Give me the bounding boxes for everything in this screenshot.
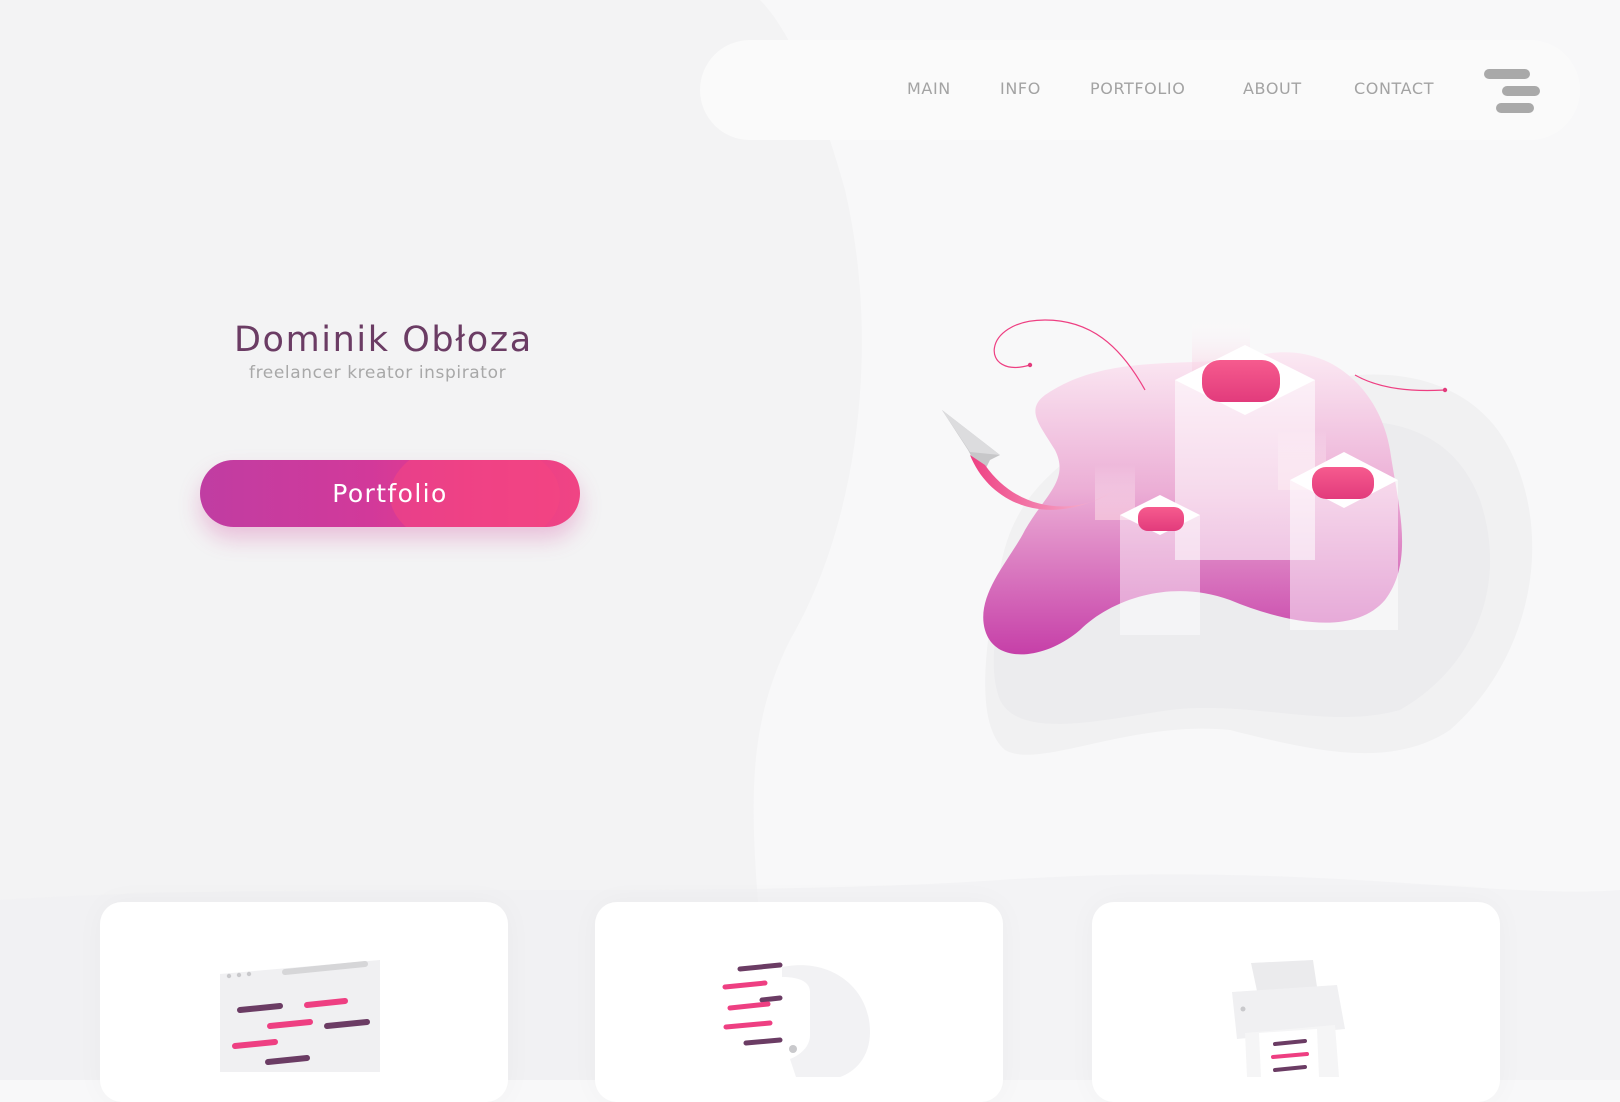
nav-item-about[interactable]: ABOUT [1243,79,1302,98]
hamburger-menu-icon[interactable] [1480,64,1544,116]
feature-card-print[interactable] [1092,902,1500,1102]
menu-line-middle [1502,86,1540,96]
nav-item-portfolio[interactable]: PORTFOLIO [1090,79,1185,98]
hero-tagline: freelancer kreator inspirator [249,363,507,383]
hero-name: Dominik Obłoza [234,320,533,360]
menu-line-bottom [1496,103,1534,113]
portfolio-button-label: Portfolio [332,479,448,508]
feature-card-web[interactable] [100,902,508,1102]
portfolio-button[interactable]: Portfolio [200,460,580,527]
menu-line-top [1484,69,1530,79]
browser-code-icon [220,960,380,1072]
feature-card-ideas[interactable] [595,902,1003,1102]
isometric-blob-towers-illustration [942,315,1533,755]
brain-code-icon [722,962,870,1077]
printer-icon [1232,960,1345,1077]
nav-item-info[interactable]: INFO [1000,79,1041,98]
nav-item-main[interactable]: MAIN [907,79,951,98]
nav-item-contact[interactable]: CONTACT [1354,79,1434,98]
